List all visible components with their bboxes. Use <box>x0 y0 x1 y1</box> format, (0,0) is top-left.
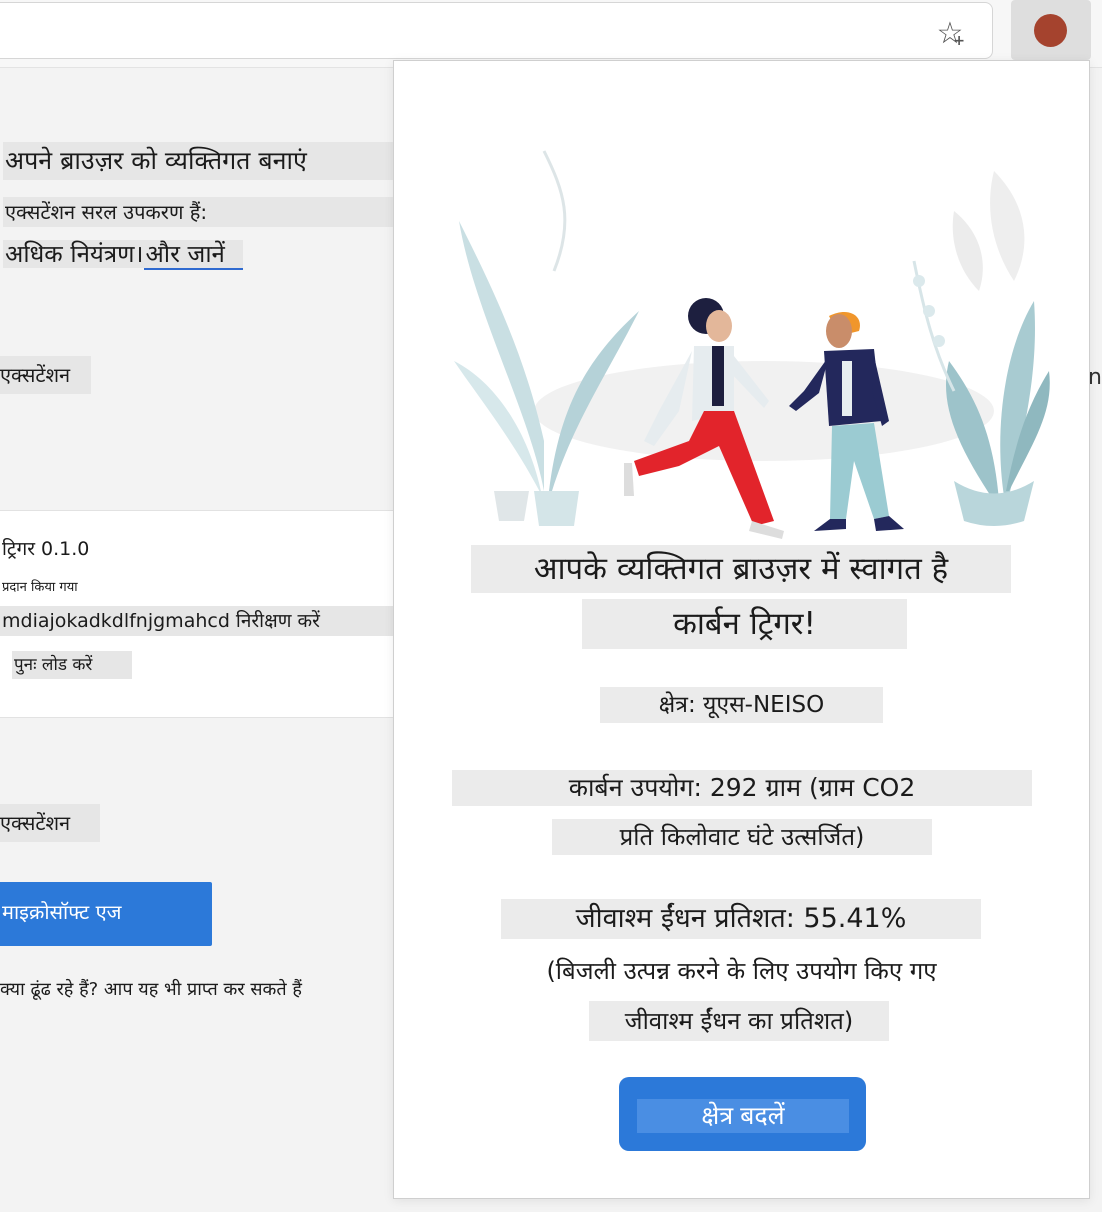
extension-popup: आपके व्यक्तिगत ब्राउज़र में स्वागत है का… <box>393 60 1090 1199</box>
learn-more-link[interactable]: और जानें <box>143 240 243 270</box>
microsoft-edge-button[interactable]: माइक्रोसॉफ्ट एज <box>0 882 212 946</box>
change-region-label: क्षेत्र बदलें <box>637 1099 849 1133</box>
address-bar[interactable]: ☆ + <box>0 2 993 59</box>
extension-toolbar-button[interactable] <box>1011 0 1091 60</box>
provided-by-label: प्रदान किया गया <box>2 580 78 595</box>
extension-name-version: ट्रिगर 0.1.0 <box>2 538 90 560</box>
welcome-line-2: कार्बन ट्रिगर! <box>582 599 907 649</box>
intro-line: अधिक नियंत्रण।और जानें <box>3 237 243 271</box>
intro-title: अपने ब्राउज़र को व्यक्तिगत बनाएं <box>3 142 398 180</box>
section-label: एक्सटेंशन <box>0 356 91 394</box>
region-label: क्षेत्र: यूएस-NEISO <box>600 687 883 723</box>
star-plus-icon[interactable]: ☆ + <box>930 16 970 52</box>
section-label: एक्सटेंशन <box>0 804 100 842</box>
browser-toolbar: ☆ + <box>0 0 1102 68</box>
change-region-button[interactable]: क्षेत्र बदलें <box>619 1077 866 1151</box>
carbon-usage-line-2: प्रति किलोवाट घंटे उत्सर्जित) <box>552 819 932 855</box>
intro-description: एक्सटेंशन सरल उपकरण हैं: <box>3 197 398 227</box>
fossil-fuel-note-line-2: जीवाश्म ईंधन का प्रतिशत) <box>589 1001 889 1041</box>
looking-for-text: क्या ढूंढ रहे हैं? आप यह भी प्राप्त कर स… <box>0 979 302 1000</box>
carbon-trigger-icon <box>1034 14 1067 47</box>
reload-link[interactable]: पुनः लोड करें <box>12 651 132 679</box>
fossil-fuel-percentage: जीवाश्म ईंधन प्रतिशत: 55.41% <box>501 899 981 939</box>
welcome-line-1: आपके व्यक्तिगत ब्राउज़र में स्वागत है <box>471 545 1011 593</box>
extension-id-inspect[interactable]: mdiajokadkdlfnjgmahcd निरीक्षण करें <box>0 606 398 636</box>
welcome-illustration <box>454 150 1050 539</box>
intro-more-text: अधिक नियंत्रण। <box>3 240 144 268</box>
carbon-usage-line-1: कार्बन उपयोग: 292 ग्राम (ग्राम CO2 <box>452 770 1032 806</box>
clipped-text: n <box>1088 365 1102 390</box>
fossil-fuel-note-line-1: (बिजली उत्पन्न करने के लिए उपयोग किए गए <box>546 957 937 985</box>
